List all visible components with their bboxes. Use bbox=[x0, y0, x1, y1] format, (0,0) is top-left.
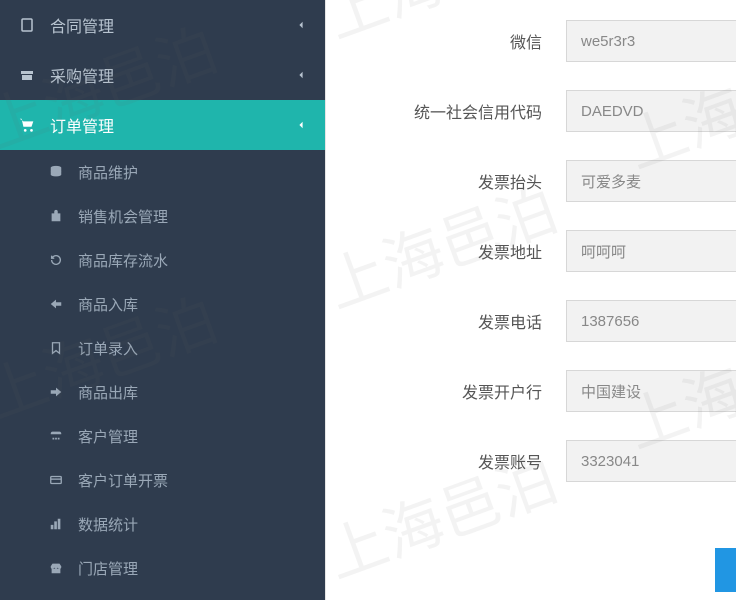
form-label: 统一社会信用代码 bbox=[346, 99, 566, 123]
form-row-invoice-bank: 发票开户行 bbox=[326, 370, 736, 412]
sidebar-sub-inventory-flow[interactable]: 商品库存流水 bbox=[0, 238, 325, 282]
sidebar-item-label: 订单录入 bbox=[78, 338, 138, 359]
form-row-invoice-title: 发票抬头 bbox=[326, 160, 736, 202]
file-icon bbox=[18, 16, 36, 34]
card-icon bbox=[48, 472, 64, 488]
form-label: 发票开户行 bbox=[346, 379, 566, 403]
form-row-invoice-account: 发票账号 bbox=[326, 440, 736, 482]
invoice-account-input[interactable] bbox=[566, 440, 736, 482]
sidebar-sub-product-maintain[interactable]: 商品维护 bbox=[0, 150, 325, 194]
invoice-bank-input[interactable] bbox=[566, 370, 736, 412]
credit-code-input[interactable] bbox=[566, 90, 736, 132]
sidebar-item-label: 数据统计 bbox=[78, 514, 138, 535]
sidebar-sub-statistics[interactable]: 数据统计 bbox=[0, 502, 325, 546]
form-panel: 微信 统一社会信用代码 发票抬头 发票地址 发票电话 发票开户行 发票账号 修改 bbox=[325, 0, 736, 600]
chevron-left-icon bbox=[295, 19, 307, 31]
sidebar: 合同管理 采购管理 订单管理 商品维护 bbox=[0, 0, 325, 600]
sidebar-item-label: 商品维护 bbox=[78, 162, 138, 183]
sidebar-item-label: 门店管理 bbox=[78, 558, 138, 579]
sidebar-item-label: 采购管理 bbox=[50, 63, 114, 87]
shopping-cart-icon bbox=[18, 116, 36, 134]
store-icon bbox=[48, 560, 64, 576]
sidebar-sub-product-in[interactable]: 商品入库 bbox=[0, 282, 325, 326]
sidebar-item-label: 销售机会管理 bbox=[78, 206, 168, 227]
invoice-address-input[interactable] bbox=[566, 230, 736, 272]
form-row-invoice-address: 发票地址 bbox=[326, 230, 736, 272]
bookmark-icon bbox=[48, 340, 64, 356]
sidebar-item-label: 订单管理 bbox=[50, 113, 114, 137]
form-label: 微信 bbox=[346, 29, 566, 53]
sidebar-sub-customer-manage[interactable]: 客户管理 bbox=[0, 414, 325, 458]
sidebar-sub-store-manage[interactable]: 门店管理 bbox=[0, 546, 325, 590]
database-icon bbox=[48, 164, 64, 180]
sidebar-item-label: 商品库存流水 bbox=[78, 250, 168, 271]
modify-button[interactable]: 修改 bbox=[715, 548, 736, 592]
sidebar-sub-product-out[interactable]: 商品出库 bbox=[0, 370, 325, 414]
form-label: 发票账号 bbox=[346, 449, 566, 473]
bag-icon bbox=[48, 208, 64, 224]
sidebar-item-order[interactable]: 订单管理 bbox=[0, 100, 325, 150]
form-row-invoice-phone: 发票电话 bbox=[326, 300, 736, 342]
sidebar-item-label: 客户订单开票 bbox=[78, 470, 168, 491]
phone-icon bbox=[48, 428, 64, 444]
form-row-credit-code: 统一社会信用代码 bbox=[326, 90, 736, 132]
history-icon bbox=[48, 252, 64, 268]
sidebar-sub-customer-invoice[interactable]: 客户订单开票 bbox=[0, 458, 325, 502]
sidebar-item-contract[interactable]: 合同管理 bbox=[0, 0, 325, 50]
sidebar-item-label: 合同管理 bbox=[50, 13, 114, 37]
sidebar-sub-sales-opportunity[interactable]: 销售机会管理 bbox=[0, 194, 325, 238]
chart-icon bbox=[48, 516, 64, 532]
sidebar-item-label: 客户管理 bbox=[78, 426, 138, 447]
button-bar: 修改 bbox=[715, 548, 736, 592]
wechat-input[interactable] bbox=[566, 20, 736, 62]
sidebar-item-label: 商品入库 bbox=[78, 294, 138, 315]
invoice-phone-input[interactable] bbox=[566, 300, 736, 342]
form-row-wechat: 微信 bbox=[326, 20, 736, 62]
outbox-icon bbox=[48, 384, 64, 400]
sidebar-item-label: 商品出库 bbox=[78, 382, 138, 403]
chevron-left-icon bbox=[295, 69, 307, 81]
chevron-left-icon bbox=[295, 119, 307, 131]
invoice-title-input[interactable] bbox=[566, 160, 736, 202]
archive-icon bbox=[18, 66, 36, 84]
inbox-icon bbox=[48, 296, 64, 312]
sidebar-sub-order-entry[interactable]: 订单录入 bbox=[0, 326, 325, 370]
form-label: 发票电话 bbox=[346, 309, 566, 333]
form-label: 发票地址 bbox=[346, 239, 566, 263]
form-label: 发票抬头 bbox=[346, 169, 566, 193]
sidebar-item-purchase[interactable]: 采购管理 bbox=[0, 50, 325, 100]
